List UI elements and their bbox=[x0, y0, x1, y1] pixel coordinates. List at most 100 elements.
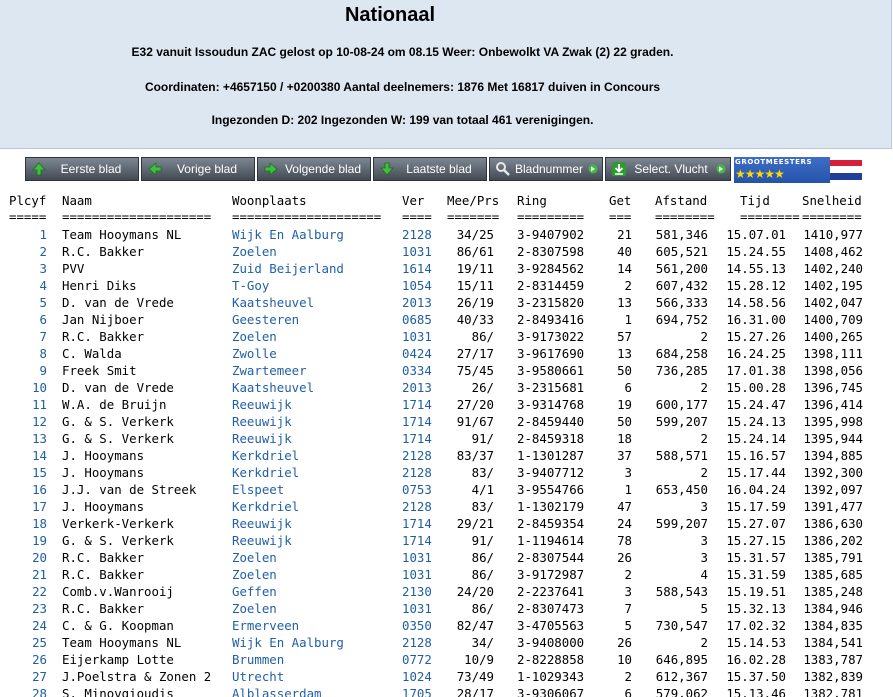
cell-ring: 3-2315820 bbox=[517, 295, 585, 310]
cell-woonplaats-link[interactable]: Zuid Beijerland bbox=[232, 260, 397, 277]
cell-afstand: 2 bbox=[700, 465, 708, 480]
table-row: 4 Henri Diks T-Goy 1054 15/11 2-8314459 2 607,4… bbox=[0, 277, 893, 294]
cell-tijd: 15.31.59 bbox=[726, 567, 786, 582]
cell-tijd: 15.32.13 bbox=[726, 601, 786, 616]
cell-woonplaats-link[interactable]: Zoelen bbox=[232, 600, 397, 617]
cell-plcyf: 16 bbox=[32, 482, 47, 497]
cell-woonplaats-link[interactable]: Zoelen bbox=[232, 566, 397, 583]
cell-tijd: 14.58.56 bbox=[726, 295, 786, 310]
cell-woonplaats-link[interactable]: Geffen bbox=[232, 583, 397, 600]
cell-meeprs: 34/ bbox=[471, 635, 494, 650]
cell-woonplaats-link[interactable]: Reeuwijk bbox=[232, 396, 397, 413]
cell-woonplaats-link[interactable]: Kerkdriel bbox=[232, 464, 397, 481]
cell-snelheid: 1392,300 bbox=[803, 465, 863, 480]
cell-plcyf: 2 bbox=[39, 244, 47, 259]
previous-page-button[interactable]: Vorige blad bbox=[141, 157, 255, 181]
cell-ring: 1-1301287 bbox=[517, 448, 585, 463]
cell-meeprs: 83/37 bbox=[456, 448, 494, 463]
cell-tijd: 15.17.59 bbox=[726, 499, 786, 514]
cell-plcyf: 27 bbox=[32, 669, 47, 684]
cell-woonplaats-link[interactable]: Zwartemeer bbox=[232, 362, 397, 379]
cell-naam: Freek Smit bbox=[62, 363, 137, 378]
grootmeesters-logo[interactable]: GROOTMEESTERS ★★★★★ bbox=[734, 157, 862, 183]
cell-snelheid: 1408,462 bbox=[803, 244, 863, 259]
cell-plcyf: 28 bbox=[32, 686, 47, 697]
col-afstand: Afstand bbox=[655, 193, 708, 208]
cell-plcyf: 20 bbox=[32, 550, 47, 565]
page-number-button[interactable]: Bladnummer bbox=[489, 157, 603, 181]
cell-plcyf: 1 bbox=[39, 227, 47, 242]
cell-naam: D. van de Vrede bbox=[62, 295, 174, 310]
cell-tijd: 15.17.44 bbox=[726, 465, 786, 480]
cell-woonplaats-link[interactable]: Ermerveen bbox=[232, 617, 397, 634]
cell-plcyf: 23 bbox=[32, 601, 47, 616]
cell-woonplaats-link[interactable]: T-Goy bbox=[232, 277, 397, 294]
last-page-button[interactable]: Laatste blad bbox=[373, 157, 487, 181]
cell-naam: R.C. Bakker bbox=[62, 244, 145, 259]
cell-naam: Verkerk-Verkerk bbox=[62, 516, 174, 531]
cell-tijd: 15.31.57 bbox=[726, 550, 786, 565]
cell-snelheid: 1394,885 bbox=[803, 448, 863, 463]
cell-woonplaats-link[interactable]: Reeuwijk bbox=[232, 430, 397, 447]
cell-ring: 3-9172987 bbox=[517, 567, 585, 582]
cell-woonplaats-link[interactable]: Kerkdriel bbox=[232, 498, 397, 515]
cell-tijd: 17.01.38 bbox=[726, 363, 786, 378]
cell-naam: J.J. van de Streek bbox=[62, 482, 197, 497]
cell-woonplaats-link[interactable]: Reeuwijk bbox=[232, 532, 397, 549]
cell-plcyf: 15 bbox=[32, 465, 47, 480]
cell-woonplaats-link[interactable]: Wijk En Aalburg bbox=[232, 226, 397, 243]
cell-naam: R.C. Bakker bbox=[62, 329, 145, 344]
cell-plcyf: 3 bbox=[39, 261, 47, 276]
cell-ring: 3-9408000 bbox=[517, 635, 585, 650]
cell-plcyf: 7 bbox=[39, 329, 47, 344]
cell-woonplaats-link[interactable]: Elspeet bbox=[232, 481, 397, 498]
cell-tijd: 15.24.13 bbox=[726, 414, 786, 429]
cell-snelheid: 1395,998 bbox=[803, 414, 863, 429]
logo-stars: ★★★★★ bbox=[735, 167, 785, 181]
cell-woonplaats-link[interactable]: Kaatsheuvel bbox=[232, 379, 397, 396]
next-page-button[interactable]: Volgende blad bbox=[257, 157, 371, 181]
cell-ring: 2-8314459 bbox=[517, 278, 585, 293]
cell-ring: 3-4705563 bbox=[517, 618, 585, 633]
cell-woonplaats-link[interactable]: Reeuwijk bbox=[232, 413, 397, 430]
cell-woonplaats-link[interactable]: Wijk En Aalburg bbox=[232, 634, 397, 651]
cell-woonplaats-link[interactable]: Kerkdriel bbox=[232, 447, 397, 464]
cell-tijd: 15.28.12 bbox=[726, 278, 786, 293]
cell-get: 18 bbox=[617, 431, 632, 446]
table-row: 21 R.C. Bakker Zoelen 1031 86/3-9172987 2 4 15.… bbox=[0, 566, 893, 583]
table-row: 27 J.Poelstra & Zonen 2 Utrecht 1024 73/49 1-… bbox=[0, 668, 893, 685]
cell-woonplaats-link[interactable]: Zoelen bbox=[232, 549, 397, 566]
cell-naam: J. Hooymans bbox=[62, 465, 145, 480]
cell-afstand: 2 bbox=[700, 380, 708, 395]
table-row: 11 W.A. de Bruijn Reeuwijk 1714 27/20 3-93147… bbox=[0, 396, 893, 413]
table-row: 15 J. Hooymans Kerkdriel 2128 83/3-9407712 3 2… bbox=[0, 464, 893, 481]
cell-ring: 3-9407902 bbox=[517, 227, 585, 242]
cell-meeprs: 75/45 bbox=[456, 363, 494, 378]
cell-ring: 2-8307473 bbox=[517, 601, 585, 616]
cell-snelheid: 1386,630 bbox=[803, 516, 863, 531]
cell-woonplaats-link[interactable]: Zoelen bbox=[232, 243, 397, 260]
cell-woonplaats-link[interactable]: Kaatsheuvel bbox=[232, 294, 397, 311]
cell-woonplaats-link[interactable]: Geesteren bbox=[232, 311, 397, 328]
cell-afstand: 2 bbox=[700, 635, 708, 650]
cell-meeprs: 40/33 bbox=[456, 312, 494, 327]
cell-afstand: 588,571 bbox=[655, 448, 708, 463]
cell-plcyf: 6 bbox=[39, 312, 47, 327]
first-page-button[interactable]: Eerste blad bbox=[25, 157, 139, 181]
cell-get: 24 bbox=[617, 516, 632, 531]
cell-plcyf: 4 bbox=[39, 278, 47, 293]
cell-get: 2 bbox=[624, 278, 632, 293]
cell-meeprs: 29/21 bbox=[456, 516, 494, 531]
cell-woonplaats-link[interactable]: Utrecht bbox=[232, 668, 397, 685]
cell-ring: 3-9407712 bbox=[517, 465, 585, 480]
cell-naam: D. van de Vrede bbox=[62, 380, 174, 395]
release-info: E32 vanuit Issoudun ZAC gelost op 10-08-… bbox=[131, 45, 674, 59]
select-flight-button[interactable]: Select. Vlucht bbox=[605, 157, 731, 181]
cell-woonplaats-link[interactable]: Zwolle bbox=[232, 345, 397, 362]
cell-woonplaats-link[interactable]: Alblasserdam bbox=[232, 685, 397, 697]
cell-woonplaats-link[interactable]: Zoelen bbox=[232, 328, 397, 345]
cell-tijd: 15.27.26 bbox=[726, 329, 786, 344]
cell-woonplaats-link[interactable]: Reeuwijk bbox=[232, 515, 397, 532]
cell-woonplaats-link[interactable]: Brummen bbox=[232, 651, 397, 668]
cell-meeprs: 10/9 bbox=[464, 652, 494, 667]
